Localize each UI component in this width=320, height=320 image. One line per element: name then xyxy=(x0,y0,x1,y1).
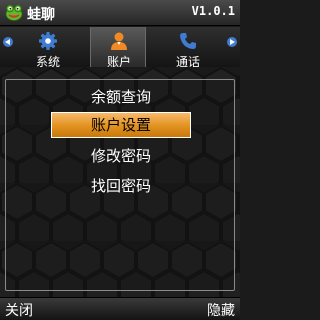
close-softkey[interactable]: 关闭 xyxy=(5,300,33,320)
frog-logo-icon xyxy=(5,4,23,21)
menu-item-recover-password[interactable]: 找回密码 xyxy=(51,173,191,199)
user-icon xyxy=(111,32,127,50)
scroll-left-arrow-icon[interactable] xyxy=(3,37,13,47)
account-menu-panel: 余额查询 账户设置 修改密码 找回密码 xyxy=(5,79,235,291)
app-name: 蛙聊 xyxy=(27,7,55,23)
softkey-bar: 关闭 隐藏 xyxy=(0,297,240,320)
phone-icon xyxy=(180,33,196,49)
gear-icon xyxy=(39,32,57,50)
tab-account[interactable]: 账户 xyxy=(90,27,146,69)
menu-item-change-password[interactable]: 修改密码 xyxy=(51,143,191,169)
tab-call[interactable]: 通话 xyxy=(160,27,216,69)
menu-item-account-settings[interactable]: 账户设置 xyxy=(51,112,191,138)
menu-item-balance-query[interactable]: 余额查询 xyxy=(51,84,191,110)
title-bar: 蛙聊 V1.0.1 xyxy=(0,0,240,26)
hide-softkey[interactable]: 隐藏 xyxy=(207,300,235,320)
tab-system[interactable]: 系统 xyxy=(20,27,76,69)
tab-bar: 系统 账户 通话 xyxy=(0,27,240,69)
version-label: V1.0.1 xyxy=(191,4,235,18)
scroll-right-arrow-icon[interactable] xyxy=(227,37,237,47)
